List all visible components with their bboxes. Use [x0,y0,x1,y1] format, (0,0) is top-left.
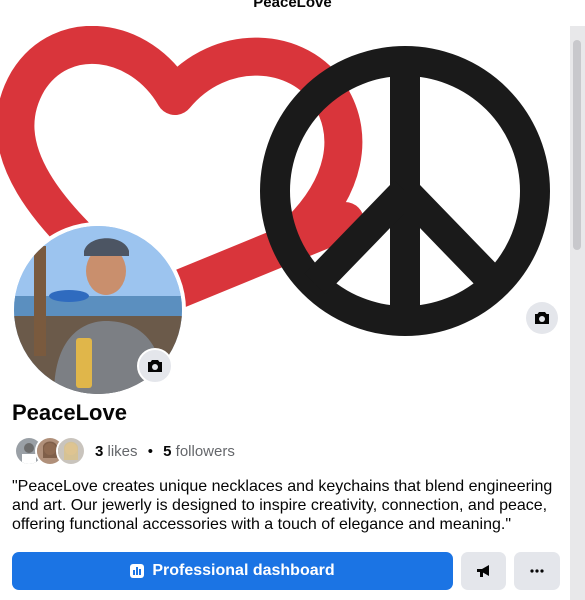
chart-icon [130,564,145,578]
camera-icon [535,312,549,324]
top-bar: PeaceLove [0,0,585,27]
action-buttons: Professional dashboard [12,552,560,590]
megaphone-icon [476,565,489,577]
camera-icon [148,360,162,372]
friend-avatar [56,436,86,466]
likes-count: 3 [95,442,104,460]
more-icon [530,569,544,573]
promote-button[interactable] [461,552,506,590]
page-header-title: PeaceLove [253,0,332,11]
likes-label: likes [107,442,138,460]
stats-row[interactable]: 3 likes • 5 followers [14,436,235,466]
edit-cover-button[interactable] [526,302,558,334]
stats-text[interactable]: 3 likes • 5 followers [95,443,235,460]
followers-label: followers [175,442,235,460]
page-title: PeaceLove [12,400,127,425]
scrollbar-thumb[interactable] [573,40,581,250]
professional-dashboard-button[interactable]: Professional dashboard [12,552,453,590]
professional-dashboard-label: Professional dashboard [152,562,335,579]
followers-count: 5 [163,442,172,460]
edit-avatar-button[interactable] [137,348,173,384]
page-bio: "PeaceLove creates unique necklaces and … [12,478,553,533]
more-button[interactable] [514,552,560,590]
stats-separator: • [147,442,153,460]
